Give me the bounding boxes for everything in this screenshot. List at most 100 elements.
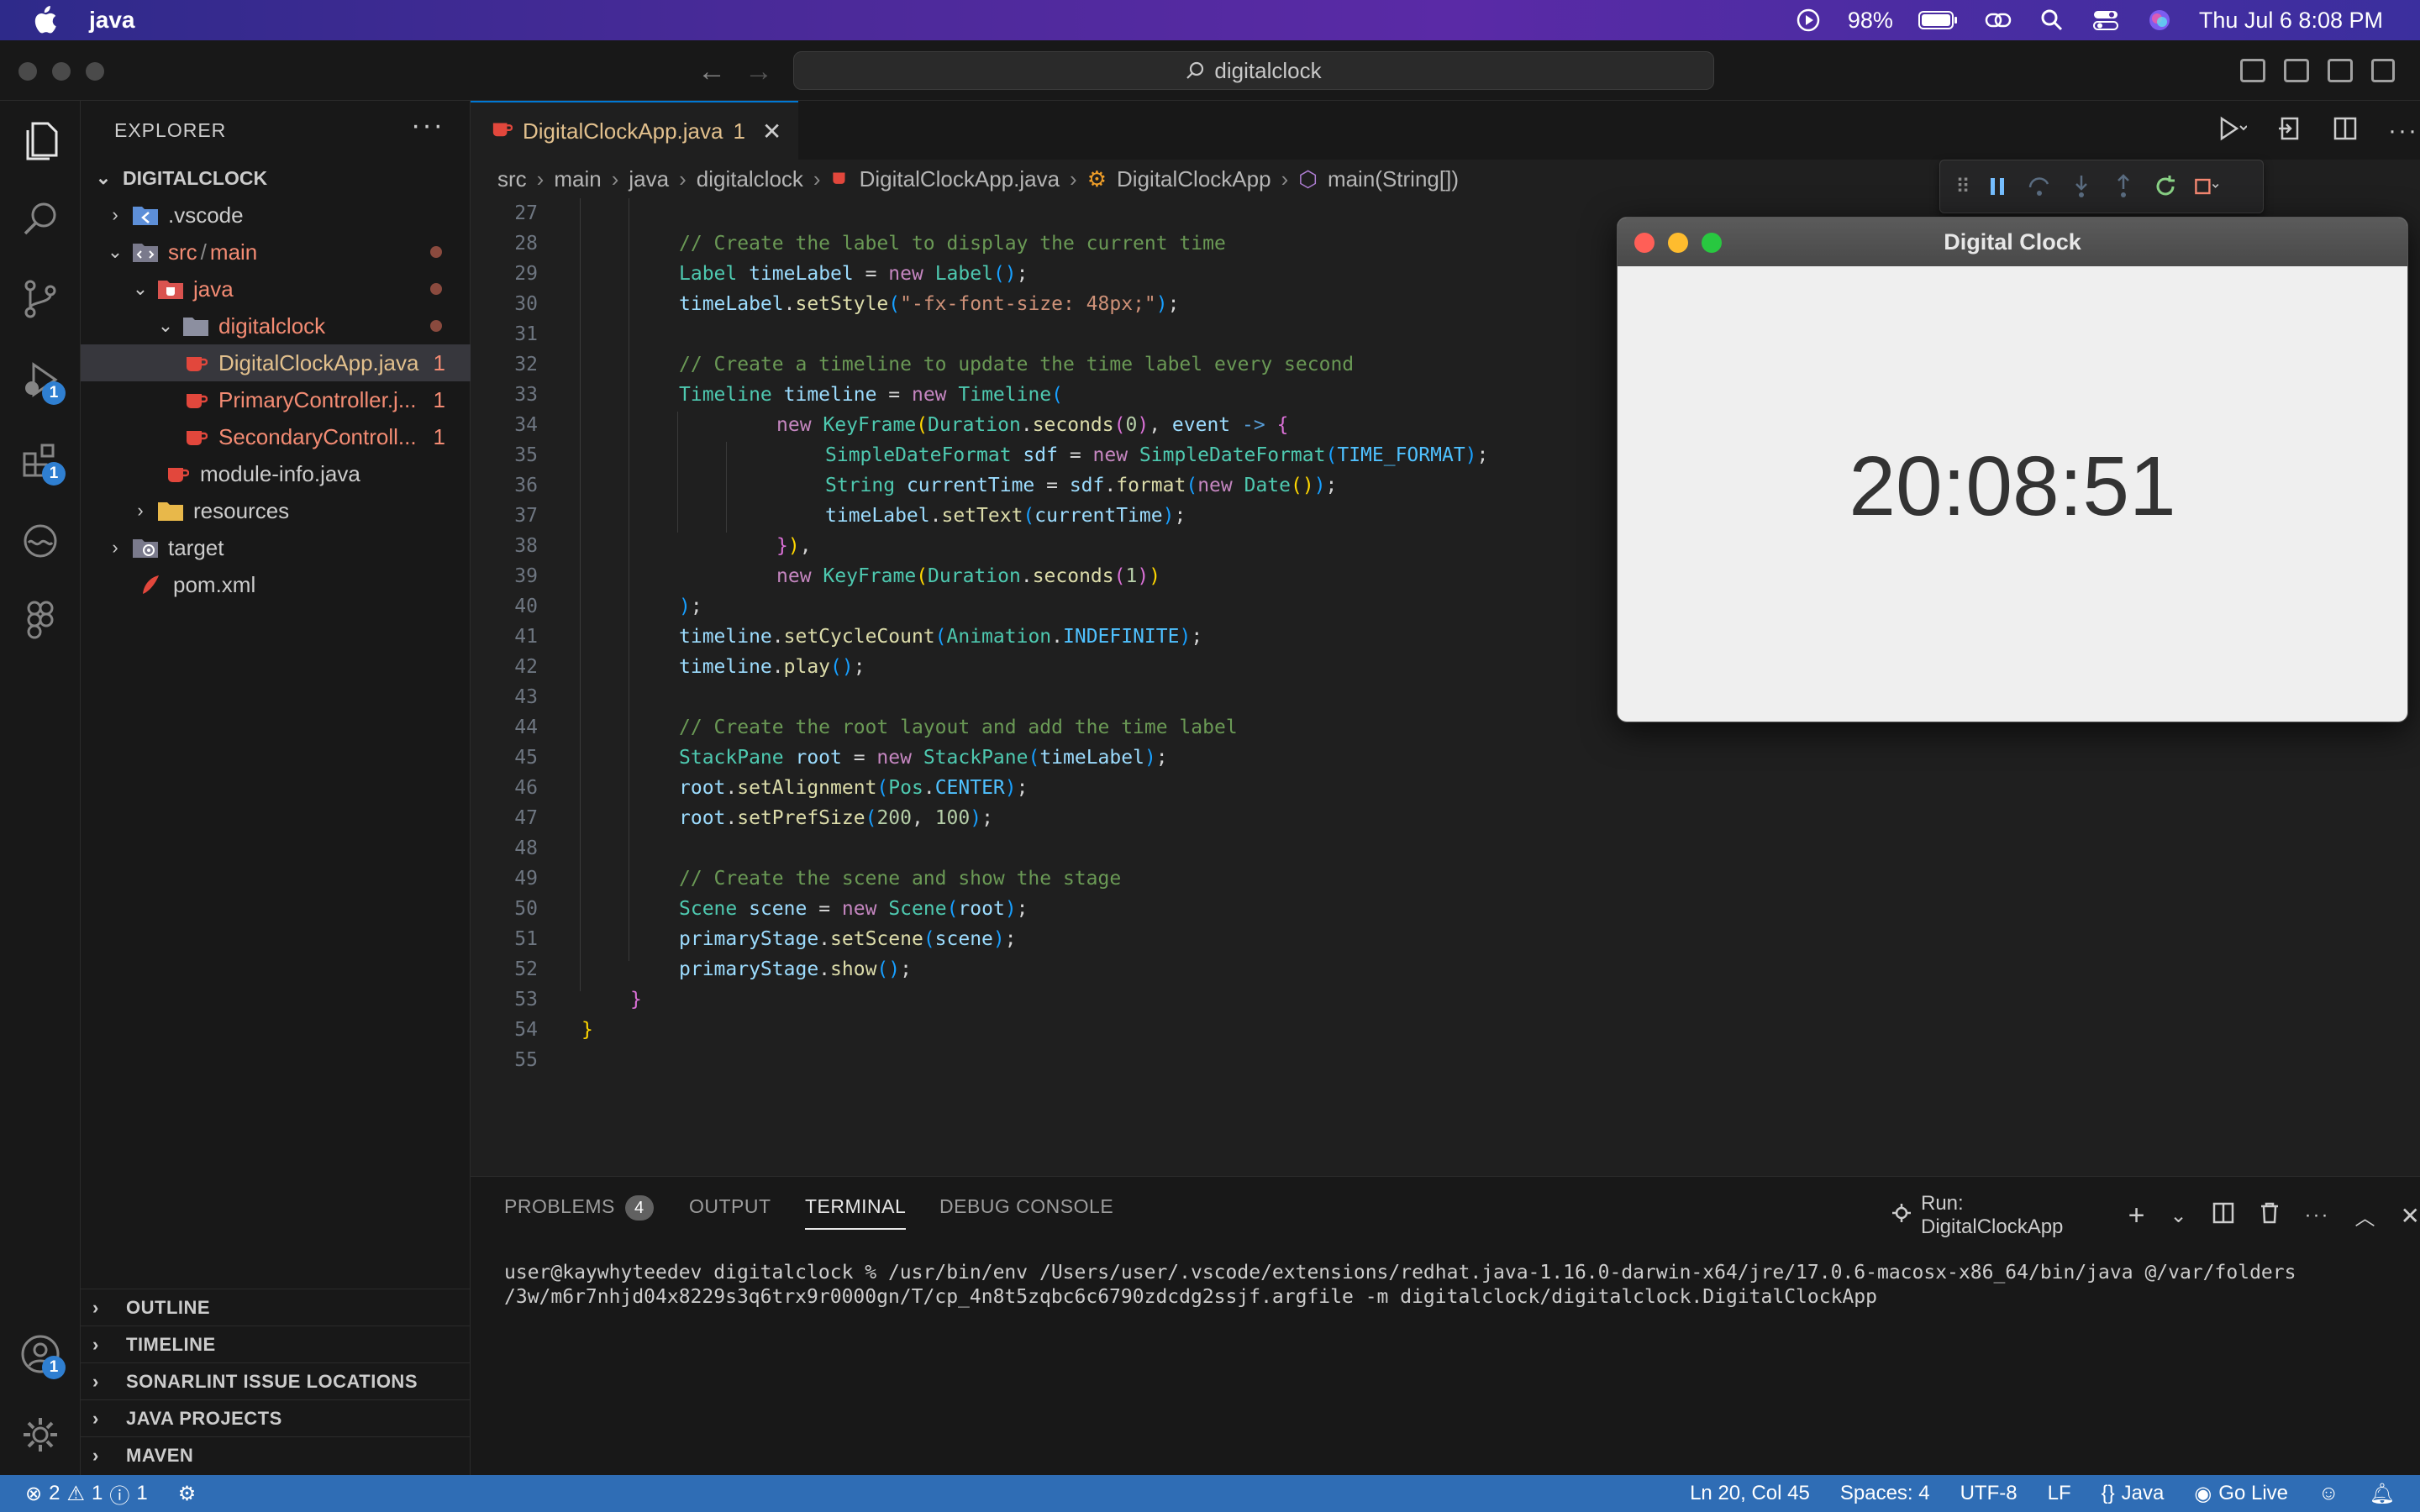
code-line: 38}), [471, 531, 1731, 561]
terminal-output[interactable]: user@kaywhyteedev digitalclock % /usr/bi… [504, 1261, 2386, 1310]
spotlight-search-icon[interactable] [2038, 6, 2066, 34]
trash-icon[interactable] [2260, 1202, 2280, 1230]
breadcrumb-item[interactable]: DigitalClockApp [1117, 166, 1271, 192]
breadcrumb-item[interactable]: DigitalClockApp.java [860, 166, 1060, 192]
tree-folder-target[interactable]: › target [81, 529, 471, 566]
problems-status[interactable]: ⊗ 2 ⚠ 1 ⓘ 1 [25, 1479, 148, 1509]
breadcrumb-item[interactable]: java [629, 166, 669, 192]
tab-debug-console[interactable]: DEBUG CONSOLE [939, 1195, 1113, 1218]
section-java-projects[interactable]: › JAVA PROJECTS [81, 1399, 471, 1436]
section-sonarlint[interactable]: › SONARLINT ISSUE LOCATIONS [81, 1362, 471, 1399]
close-window-button[interactable] [1634, 233, 1655, 253]
back-arrow-icon[interactable]: ← [697, 55, 726, 88]
more-actions-icon[interactable]: ··· [2388, 117, 2418, 145]
go-live-button[interactable]: ◉ Go Live [2194, 1482, 2288, 1506]
line-number: 51 [514, 928, 538, 950]
tree-file-primarycontroller[interactable]: PrimaryController.j... 1 [81, 381, 471, 418]
tab-terminal[interactable]: TERMINAL [805, 1195, 907, 1230]
battery-icon[interactable] [1918, 6, 1959, 34]
terminal-selector[interactable]: Run: DigitalClockApp [1891, 1192, 2103, 1239]
debug-status-icon[interactable]: ⚙ [178, 1482, 197, 1506]
control-center-icon[interactable] [2091, 6, 2120, 34]
tree-folder-src-main[interactable]: ⌄ src / main [81, 234, 471, 270]
close-tab-icon[interactable]: ✕ [762, 118, 781, 145]
tab-output[interactable]: OUTPUT [689, 1195, 771, 1218]
workspace-root[interactable]: ⌄ DIGITALCLOCK [81, 160, 471, 197]
stop-icon[interactable] [2194, 173, 2221, 200]
section-timeline[interactable]: › TIMELINE [81, 1326, 471, 1362]
toggle-sidebar-icon[interactable] [2240, 59, 2265, 82]
link-icon[interactable] [1984, 6, 2012, 34]
new-terminal-icon[interactable]: + [2128, 1200, 2145, 1232]
remote-explorer-icon[interactable] [18, 519, 62, 563]
extensions-icon[interactable]: 1 [18, 438, 66, 486]
open-changes-icon[interactable] [2277, 116, 2302, 145]
breadcrumb-item[interactable]: main(String[]) [1328, 166, 1459, 192]
tree-file-module-info[interactable]: module-info.java [81, 455, 471, 492]
more-actions-icon[interactable]: ··· [411, 109, 445, 142]
drag-handle-icon[interactable]: ⠿ [1955, 173, 1970, 200]
app-name[interactable]: java [89, 7, 135, 34]
tab-digitalclockapp[interactable]: DigitalClockApp.java 1 ✕ [471, 101, 798, 160]
tree-folder-java[interactable]: ⌄ java [81, 270, 471, 307]
notifications-bell-icon[interactable]: 🔔︎ [2370, 1482, 2395, 1506]
pause-icon[interactable] [1984, 173, 2011, 200]
close-window-button[interactable] [18, 62, 37, 81]
breadcrumb-item[interactable]: digitalclock [697, 166, 803, 192]
split-editor-icon[interactable] [2333, 116, 2358, 145]
gear-icon[interactable] [18, 1413, 62, 1457]
indentation[interactable]: Spaces: 4 [1840, 1482, 1930, 1505]
split-terminal-icon[interactable] [2212, 1202, 2234, 1230]
breadcrumb-item[interactable]: src [497, 166, 527, 192]
chevron-down-icon[interactable]: ⌄ [2170, 1204, 2186, 1228]
play-circle-icon[interactable] [1794, 6, 1823, 34]
tree-folder-resources[interactable]: › resources [81, 492, 471, 529]
minimize-window-button[interactable] [1668, 233, 1688, 253]
forward-arrow-icon[interactable]: → [744, 55, 773, 88]
step-into-icon[interactable] [2068, 173, 2095, 200]
maximize-window-button[interactable] [1702, 233, 1722, 253]
tree-file-secondarycontroller[interactable]: SecondaryControll... 1 [81, 418, 471, 455]
run-debug-icon[interactable]: 1 [18, 358, 66, 405]
chevron-right-icon: › [112, 537, 118, 558]
feedback-icon[interactable]: ☺ [2318, 1482, 2339, 1505]
tree-folder-digitalclock[interactable]: ⌄ digitalclock [81, 307, 471, 344]
toggle-secondary-sidebar-icon[interactable] [2328, 59, 2353, 82]
toggle-panel-icon[interactable] [2284, 59, 2309, 82]
run-icon[interactable] [2218, 116, 2248, 145]
section-maven[interactable]: › MAVEN [81, 1436, 471, 1473]
maximize-window-button[interactable] [86, 62, 104, 81]
tree-file-pom[interactable]: pom.xml [81, 566, 471, 603]
step-out-icon[interactable] [2110, 173, 2137, 200]
source-control-icon[interactable] [18, 277, 62, 321]
explorer-icon[interactable] [18, 119, 62, 163]
cursor-position[interactable]: Ln 20, Col 45 [1690, 1482, 1810, 1505]
accounts-icon[interactable]: 1 [18, 1332, 66, 1379]
tree-folder-vscode[interactable]: › .vscode [81, 197, 471, 234]
command-center-search[interactable]: digitalclock [793, 51, 1714, 90]
chevron-right-icon: › [813, 165, 821, 192]
tab-problems[interactable]: PROBLEMS 4 [504, 1195, 654, 1221]
time-label: 20:08:51 [1849, 439, 2176, 533]
close-panel-icon[interactable]: ✕ [2401, 1202, 2420, 1230]
end-of-line[interactable]: LF [2048, 1482, 2071, 1505]
breadcrumb-item[interactable]: main [554, 166, 601, 192]
step-over-icon[interactable] [2026, 173, 2053, 200]
restart-icon[interactable] [2152, 173, 2179, 200]
section-outline[interactable]: › OUTLINE [81, 1289, 471, 1326]
tree-file-digitalclockapp[interactable]: DigitalClockApp.java 1 [81, 344, 471, 381]
language-mode[interactable]: {} Java [2102, 1482, 2165, 1505]
maximize-panel-icon[interactable]: ︿ [2355, 1201, 2375, 1231]
clock-datetime[interactable]: Thu Jul 6 8:08 PM [2199, 8, 2383, 34]
more-actions-icon[interactable]: ··· [2305, 1204, 2330, 1227]
encoding[interactable]: UTF-8 [1960, 1482, 2018, 1505]
customize-layout-icon[interactable] [2371, 59, 2395, 82]
apple-icon[interactable] [30, 6, 59, 34]
figma-icon[interactable] [18, 600, 62, 643]
search-icon[interactable] [18, 197, 62, 240]
digital-clock-window[interactable]: Digital Clock 20:08:51 [1617, 217, 2408, 722]
minimize-window-button[interactable] [52, 62, 71, 81]
window-title-bar[interactable]: Digital Clock [1618, 218, 2407, 266]
command-center-text: digitalclock [1214, 57, 1322, 83]
siri-icon[interactable] [2145, 6, 2174, 34]
